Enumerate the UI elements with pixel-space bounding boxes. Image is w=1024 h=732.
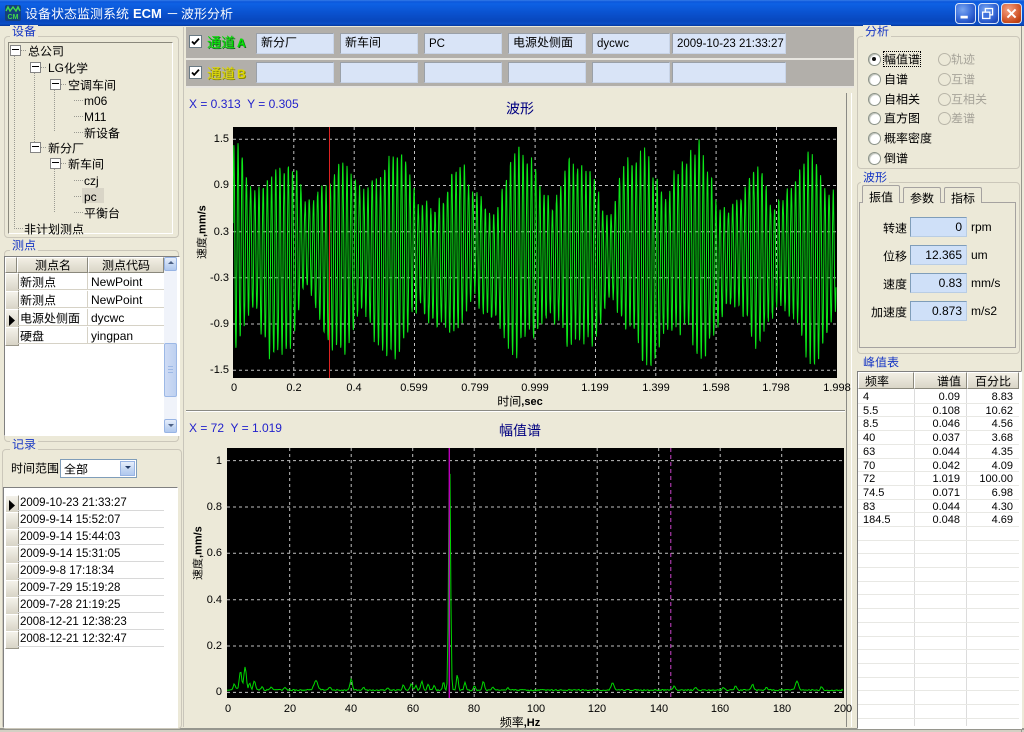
svg-text:CM: CM bbox=[8, 14, 19, 21]
